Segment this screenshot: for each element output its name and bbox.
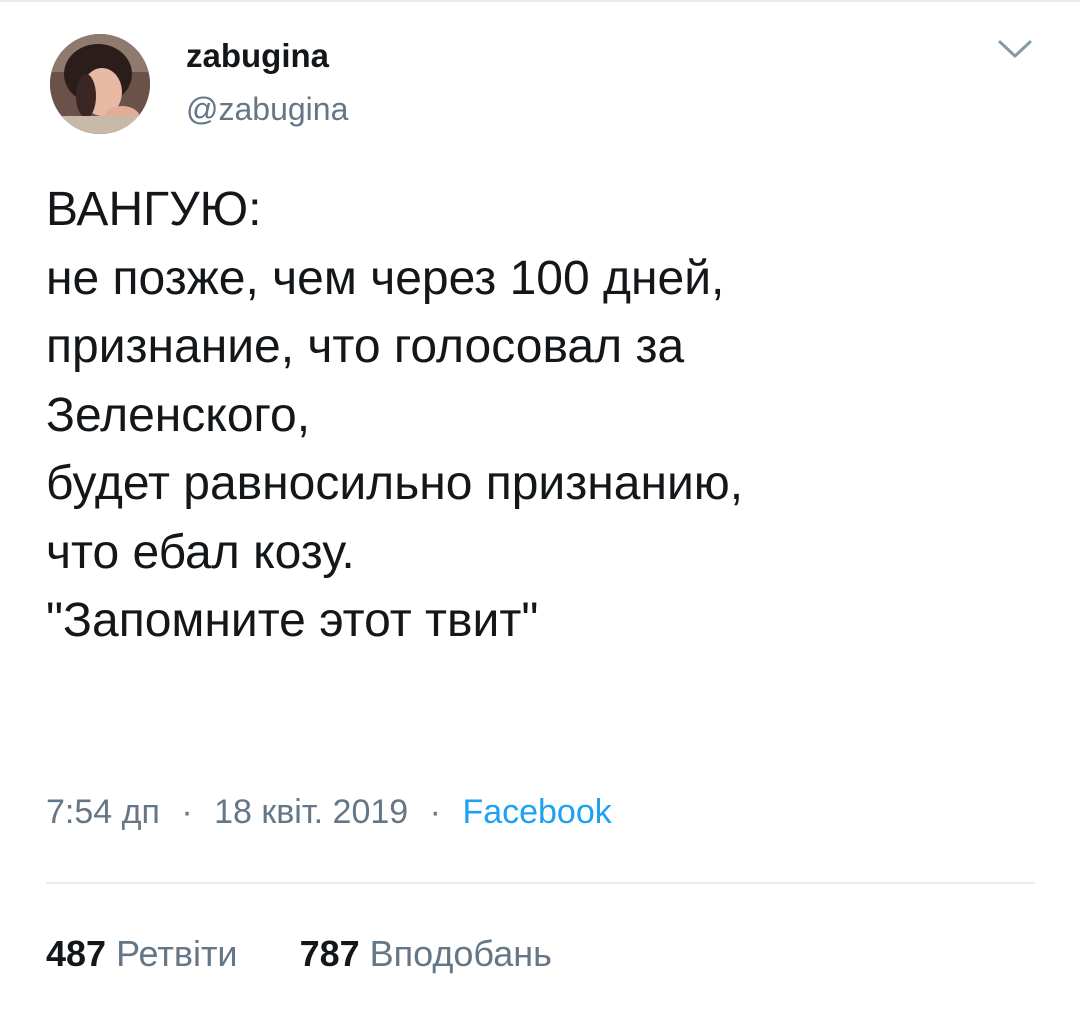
- tweet-source-link[interactable]: Facebook: [462, 793, 611, 831]
- retweets-stat[interactable]: 487 Ретвіти: [46, 932, 238, 976]
- tweet-text-line: "Запомните этот твит": [46, 594, 539, 647]
- top-border: [0, 0, 1080, 2]
- tweet-text-line: что ебал козу.: [46, 525, 355, 579]
- meta-separator: ·: [181, 793, 193, 831]
- tweet-text-line: признание, что голосовал за: [46, 320, 685, 373]
- tweet-text-line: будет равносильно признанию,: [46, 457, 744, 510]
- tweet-date[interactable]: 18 квіт. 2019: [214, 793, 408, 831]
- user-handle[interactable]: @zabugina: [186, 90, 348, 128]
- tweet-meta: 7:54 дп · 18 квіт. 2019 · Facebook: [46, 790, 612, 834]
- tweet-text: ВАНГУЮ: не позже, чем через 100 дней, пр…: [46, 176, 1046, 656]
- tweet-time[interactable]: 7:54 дп: [46, 793, 160, 831]
- meta-separator: ·: [429, 793, 441, 831]
- retweets-count: 487: [46, 933, 107, 974]
- profile-photo: [50, 34, 150, 134]
- retweets-label: Ретвіти: [116, 933, 238, 974]
- tweet-text-line: ВАНГУЮ:: [46, 183, 262, 236]
- likes-label: Вподобань: [369, 933, 552, 974]
- tweet-stats: 487 Ретвіти 787 Вподобань: [46, 932, 552, 976]
- likes-count: 787: [299, 933, 360, 974]
- display-name[interactable]: zabugina: [186, 37, 329, 75]
- likes-stat[interactable]: 787 Вподобань: [300, 932, 552, 976]
- divider: [46, 882, 1035, 884]
- avatar[interactable]: [50, 34, 150, 134]
- tweet-text-line: Зеленского,: [46, 388, 311, 442]
- tweet-text-line: не позже, чем через 100 дней,: [46, 251, 725, 305]
- chevron-down-icon[interactable]: [996, 36, 1034, 62]
